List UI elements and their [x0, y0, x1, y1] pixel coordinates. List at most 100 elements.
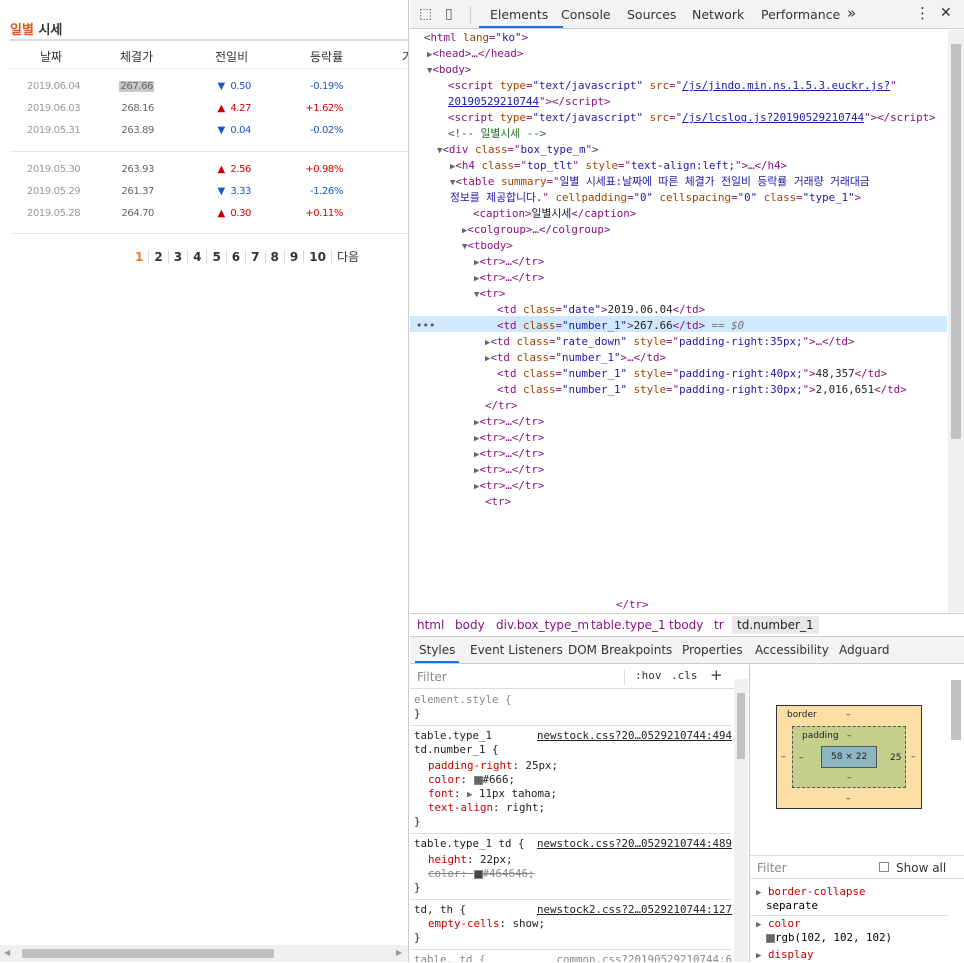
dom-tree[interactable]: <html lang="ko"> ▶<head>…</head> ▼<body>… — [410, 30, 964, 612]
tab-styles[interactable]: Styles — [419, 643, 455, 657]
dom-node-script-1[interactable]: <script type="text/javascript" src="/js/… — [448, 78, 897, 94]
page-link-1[interactable]: 1 — [130, 250, 150, 264]
rule-source-link[interactable]: newstock.css?20…0529210744:494 — [537, 729, 732, 742]
rule-selector[interactable]: table, td { — [414, 953, 486, 962]
add-rule-icon[interactable]: + — [710, 666, 723, 684]
rule-element-style[interactable]: element.style { — [414, 693, 512, 707]
hov-toggle[interactable]: :hov — [635, 669, 662, 682]
computed-prop-color[interactable]: ▶ color — [756, 917, 800, 932]
page-link-8[interactable]: 8 — [266, 250, 285, 264]
rule-selector[interactable]: table.type_1 td { — [414, 837, 525, 851]
styles-scrollbar[interactable] — [734, 679, 748, 962]
dom-node-tr[interactable]: ▶<tr>…</tr> — [474, 446, 544, 462]
color-swatch[interactable] — [473, 869, 483, 879]
css-property[interactable]: empty-cells: show; — [428, 917, 545, 931]
dom-node-td-volume[interactable]: <td class="number_1" style="padding-righ… — [497, 366, 887, 382]
close-icon[interactable]: ✕ — [940, 5, 952, 21]
dom-node-script-2[interactable]: <script type="text/javascript" src="/js/… — [448, 110, 936, 126]
page-link-2[interactable]: 2 — [149, 250, 169, 264]
more-tabs-icon[interactable]: » — [847, 4, 856, 22]
page-link-3[interactable]: 3 — [169, 250, 189, 264]
page-link-next[interactable]: 다음 — [332, 250, 364, 264]
breadcrumb-body[interactable]: body — [455, 618, 485, 632]
css-property[interactable]: text-align: right; — [428, 801, 545, 815]
dom-node-selected-dots[interactable]: ••• — [416, 318, 436, 334]
dom-node-tr-partial[interactable]: <tr> — [485, 494, 511, 510]
dom-node-script-1-cont[interactable]: 20190529210744"></script> — [448, 94, 611, 110]
page-link-7[interactable]: 7 — [246, 250, 266, 264]
tab-event-listeners[interactable]: Event Listeners — [470, 643, 563, 657]
box-model-scrollbar[interactable] — [948, 680, 964, 840]
tab-performance[interactable]: Performance — [761, 7, 840, 22]
page-link-6[interactable]: 6 — [227, 250, 247, 264]
css-property[interactable]: padding-right: 25px; — [428, 759, 558, 773]
page-link-5[interactable]: 5 — [207, 250, 227, 264]
tab-console[interactable]: Console — [561, 7, 611, 22]
dom-node-h4[interactable]: ▶<h4 class="top_tlt" style="text-align:l… — [450, 158, 787, 174]
color-swatch[interactable] — [473, 775, 483, 785]
horizontal-scrollbar[interactable]: ◀ ▶ — [0, 945, 408, 962]
kebab-menu-icon[interactable]: ⋮ — [915, 4, 930, 22]
dom-node-tr-close[interactable]: </tr> — [485, 398, 518, 414]
dom-node-body[interactable]: ▼<body> — [427, 62, 471, 78]
show-all-checkbox[interactable] — [879, 862, 889, 872]
rule-source-link[interactable]: common.css?20190529210744:6 — [556, 953, 732, 962]
page-link-4[interactable]: 4 — [188, 250, 208, 264]
scrollbar-thumb[interactable] — [951, 680, 961, 740]
dom-node-tr-end[interactable]: </tr> — [616, 597, 649, 612]
tab-elements[interactable]: Elements — [490, 7, 548, 22]
dom-node-head[interactable]: ▶<head>…</head> — [427, 46, 523, 62]
breadcrumb-table[interactable]: table.type_1 — [591, 618, 666, 632]
breadcrumb-div[interactable]: div.box_type_m — [496, 618, 589, 632]
dom-node-html[interactable]: <html lang="ko"> — [424, 30, 528, 46]
dom-node-tr[interactable]: ▶<tr>…</tr> — [474, 478, 544, 494]
dom-node-tr-open[interactable]: ▼<tr> — [474, 286, 505, 302]
dom-node-td-number[interactable]: ▶<td class="number_1">…</td> — [485, 350, 666, 366]
page-link-10[interactable]: 10 — [304, 250, 332, 264]
dom-vertical-scrollbar[interactable] — [948, 30, 964, 612]
dom-node-tr[interactable]: ▶<tr>…</tr> — [474, 254, 544, 270]
tab-sources[interactable]: Sources — [627, 7, 676, 22]
dom-node-tbody[interactable]: ▼<tbody> — [462, 238, 513, 254]
device-toolbar-icon[interactable]: ▯ — [445, 6, 453, 22]
scroll-right-icon[interactable]: ▶ — [396, 948, 402, 957]
page-link-9[interactable]: 9 — [285, 250, 305, 264]
rule-selector-cont[interactable]: td.number_1 { — [414, 743, 499, 757]
dom-node-td-date[interactable]: <td class="date">2019.06.04</td> — [497, 302, 705, 318]
tab-properties[interactable]: Properties — [682, 643, 743, 657]
tab-adguard[interactable]: Adguard — [839, 643, 890, 657]
dom-node-table-cont[interactable]: 정보를 제공합니다." cellpadding="0" cellspacing=… — [450, 190, 861, 206]
computed-prop-display[interactable]: ▶ display — [756, 948, 813, 963]
css-property-overridden[interactable]: color: #464646; — [428, 867, 535, 881]
breadcrumb-td[interactable]: td.number_1 — [732, 616, 819, 634]
computed-prop-border-collapse[interactable]: ▶ border-collapse — [756, 885, 865, 900]
rule-selector[interactable]: td, th { — [414, 903, 466, 917]
breadcrumb-tbody[interactable]: tbody — [669, 618, 703, 632]
dom-node-colgroup[interactable]: ▶<colgroup>…</colgroup> — [462, 222, 610, 238]
dom-node-tr[interactable]: ▶<tr>…</tr> — [474, 270, 544, 286]
breadcrumb-html[interactable]: html — [417, 618, 444, 632]
dom-node-td-amount[interactable]: <td class="number_1" style="padding-righ… — [497, 382, 907, 398]
dom-node-table[interactable]: ▼<table summary="일별 시세표:날짜에 따른 체결가 전일비 등… — [450, 174, 870, 190]
dom-node-tr[interactable]: ▶<tr>…</tr> — [474, 414, 544, 430]
rule-source-link[interactable]: newstock2.css?2…0529210744:127 — [537, 903, 732, 916]
scroll-left-icon[interactable]: ◀ — [4, 948, 10, 957]
tab-network[interactable]: Network — [692, 7, 744, 22]
scrollbar-thumb[interactable] — [737, 693, 745, 759]
css-property[interactable]: font: ▶ 11px tahoma; — [428, 787, 557, 801]
dom-node-div[interactable]: ▼<div class="box_type_m"> — [437, 142, 599, 158]
breadcrumb-tr[interactable]: tr — [714, 618, 724, 632]
dom-node-td-number-selected[interactable]: <td class="number_1">267.66</td> == $0 — [497, 318, 744, 334]
inspect-element-icon[interactable]: ⬚ — [419, 6, 432, 22]
rule-selector[interactable]: table.type_1 — [414, 729, 492, 743]
dom-node-tr[interactable]: ▶<tr>…</tr> — [474, 430, 544, 446]
color-swatch[interactable] — [766, 933, 775, 943]
tab-accessibility[interactable]: Accessibility — [755, 643, 829, 657]
dom-node-td-rate[interactable]: ▶<td class="rate_down" style="padding-ri… — [485, 334, 855, 350]
cls-toggle[interactable]: .cls — [671, 669, 698, 682]
scrollbar-thumb[interactable] — [951, 44, 961, 439]
styles-filter-input[interactable]: Filter — [417, 670, 447, 684]
css-property[interactable]: color: #666; — [428, 773, 515, 787]
dom-node-caption[interactable]: <caption>일별시세</caption> — [473, 206, 636, 222]
css-property[interactable]: height: 22px; — [428, 853, 513, 867]
